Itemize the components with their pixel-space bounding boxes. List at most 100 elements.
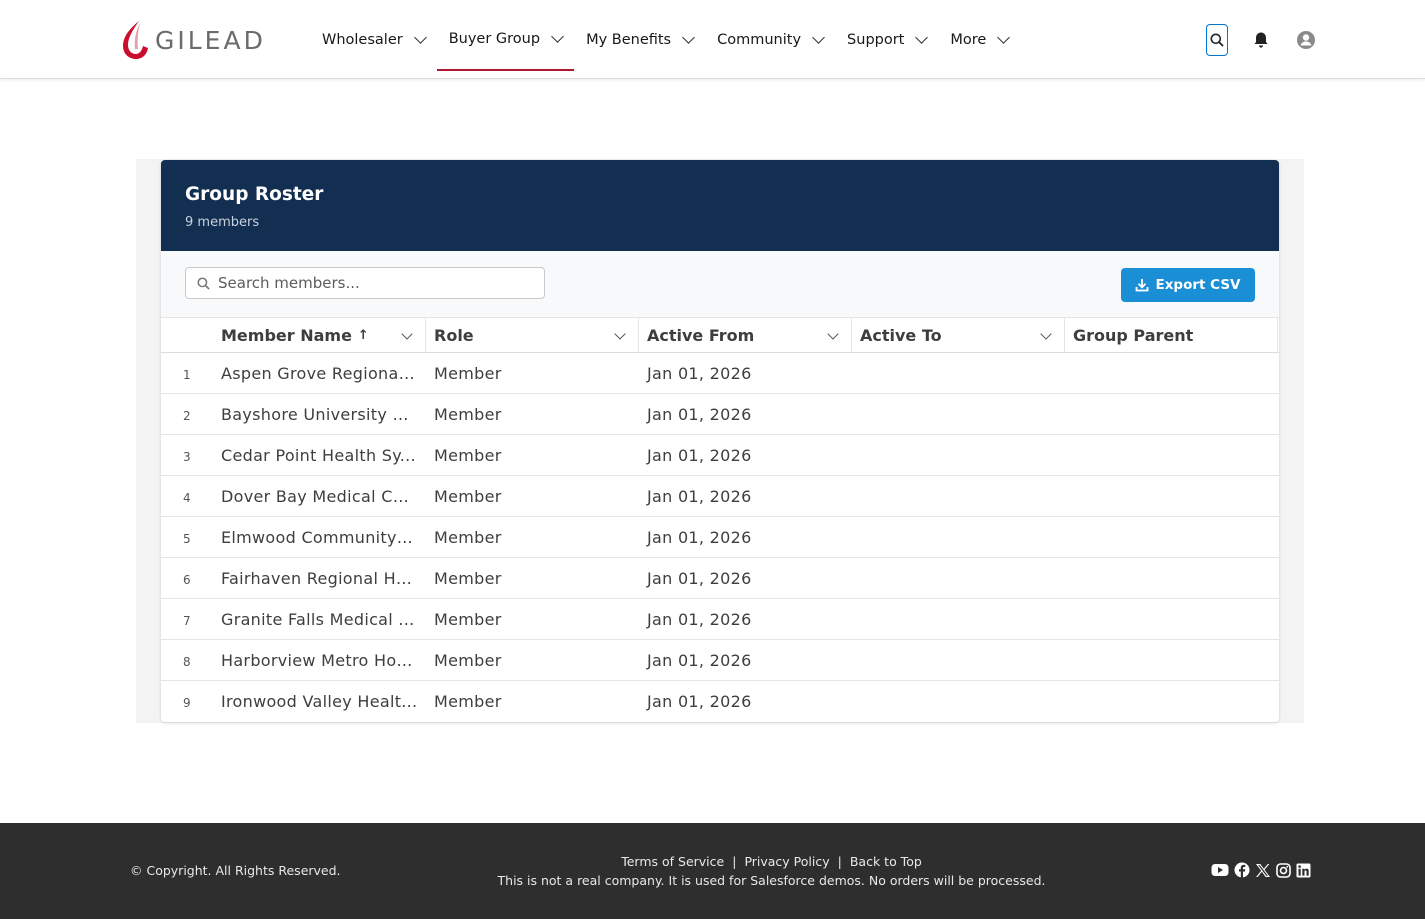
column-menu-chevron-icon[interactable] [614,328,626,340]
card-title: Group Roster [185,184,324,205]
column-header-member-name[interactable]: Member Name ↑ [213,318,426,353]
table-body: 1 Aspen Grove Regional... Member Jan 01,… [161,353,1279,722]
instagram-icon[interactable] [1276,862,1291,878]
nav-item-my-benefits[interactable]: My Benefits [574,9,705,71]
gilead-logo[interactable]: GILEAD [119,19,271,61]
role-cell: Member [434,363,502,383]
row-number: 6 [183,572,191,587]
user-avatar-icon[interactable] [1296,30,1316,50]
row-number: 2 [183,408,191,423]
active-from-cell: Jan 01, 2026 [647,609,752,629]
site-header: GILEAD Wholesaler Buyer Group My Benefit… [0,0,1425,79]
row-number-header [161,318,213,353]
chevron-down-icon [413,30,427,44]
column-label: Active To [860,326,942,345]
table-row[interactable]: 5 Elmwood Community ... Member Jan 01, 2… [161,517,1279,558]
export-csv-button[interactable]: Export CSV [1121,268,1255,302]
table-header: Member Name ↑ Role Active From Active To… [161,318,1279,353]
row-number: 7 [183,613,191,628]
role-cell: Member [434,445,502,465]
brand-name: GILEAD [155,25,266,55]
youtube-icon[interactable] [1211,863,1229,877]
member-name-cell: Bayshore University H... [221,404,421,424]
nav-label: Buyer Group [448,30,541,47]
terms-of-service-link[interactable]: Terms of Service [621,854,724,869]
search-icon [197,276,210,290]
facebook-icon[interactable] [1234,862,1250,878]
main-nav: Wholesaler Buyer Group My Benefits Commu… [310,0,1020,79]
nav-label: Community [717,31,802,48]
row-number: 4 [183,490,191,505]
separator: | [732,854,737,869]
nav-label: My Benefits [586,31,672,48]
role-cell: Member [434,404,502,424]
active-from-cell: Jan 01, 2026 [647,692,752,711]
column-label: Group Parent [1073,326,1194,345]
privacy-policy-link[interactable]: Privacy Policy [744,854,829,869]
column-header-group-parent[interactable]: Group Parent [1065,318,1278,353]
chevron-down-icon [997,30,1011,44]
gilead-logo-mark-icon [123,21,148,59]
active-from-cell: Jan 01, 2026 [647,568,752,588]
nav-item-community[interactable]: Community [705,9,835,71]
column-header-role[interactable]: Role [426,318,639,353]
table-row[interactable]: 1 Aspen Grove Regional... Member Jan 01,… [161,353,1279,394]
member-name-cell: Ironwood Valley Healt... [221,692,418,711]
table-row[interactable]: 8 Harborview Metro Hos... Member Jan 01,… [161,640,1279,681]
role-cell: Member [434,609,502,629]
site-footer: © Copyright. All Rights Reserved. Terms … [0,823,1425,919]
row-number: 5 [183,531,191,546]
back-to-top-link[interactable]: Back to Top [850,854,922,869]
role-cell: Member [434,650,502,670]
linkedin-icon[interactable] [1296,863,1311,878]
search-icon [1210,33,1224,47]
chevron-down-icon [551,29,564,43]
social-links [1211,862,1316,878]
member-name-cell: Dover Bay Medical Ce... [221,486,419,506]
role-cell: Member [434,692,502,711]
bell-icon[interactable] [1252,31,1270,49]
column-label: Role [434,326,474,345]
group-roster-card: Group Roster 9 members Export CSV Member… [161,160,1279,722]
x-icon[interactable] [1255,863,1271,878]
active-from-cell: Jan 01, 2026 [647,486,752,506]
export-label: Export CSV [1155,277,1241,293]
active-from-cell: Jan 01, 2026 [647,445,752,465]
row-number: 1 [183,367,191,382]
table-row[interactable]: 7 Granite Falls Medical ... Member Jan 0… [161,599,1279,640]
column-label: Active From [647,326,755,345]
table-row[interactable]: 4 Dover Bay Medical Ce... Member Jan 01,… [161,476,1279,517]
column-header-active-to[interactable]: Active To [852,318,1065,353]
nav-item-more[interactable]: More [938,9,1020,71]
active-from-cell: Jan 01, 2026 [647,404,752,424]
row-number: 8 [183,654,191,669]
column-menu-chevron-icon[interactable] [827,328,839,340]
nav-item-support[interactable]: Support [835,9,938,71]
member-name-cell: Elmwood Community ... [221,527,419,547]
chevron-down-icon [682,30,695,44]
column-menu-chevron-icon[interactable] [1040,328,1052,340]
member-name-cell: Fairhaven Regional He... [221,568,423,588]
member-search-input[interactable] [218,274,518,292]
column-label: Member Name [221,326,352,345]
active-from-cell: Jan 01, 2026 [647,363,752,383]
nav-item-wholesaler[interactable]: Wholesaler [310,9,437,71]
member-search [185,267,545,299]
separator: | [837,854,842,869]
table-row[interactable]: 9 Ironwood Valley Healt... Member Jan 01… [161,681,1279,722]
active-from-cell: Jan 01, 2026 [647,650,752,670]
role-cell: Member [434,486,502,506]
nav-label: More [950,31,987,48]
nav-label: Support [847,31,905,48]
column-header-active-from[interactable]: Active From [639,318,852,353]
nav-item-buyer-group[interactable]: Buyer Group [436,9,575,71]
member-name-cell: Granite Falls Medical ... [221,609,415,629]
table-row[interactable]: 3 Cedar Point Health Sy... Member Jan 01… [161,435,1279,476]
table-row[interactable]: 2 Bayshore University H... Member Jan 01… [161,394,1279,435]
column-menu-chevron-icon[interactable] [401,328,413,340]
sort-ascending-icon: ↑ [357,328,369,343]
table-row[interactable]: 6 Fairhaven Regional He... Member Jan 01… [161,558,1279,599]
row-number: 9 [183,696,191,710]
header-search-button[interactable] [1206,24,1228,56]
role-cell: Member [434,568,502,588]
